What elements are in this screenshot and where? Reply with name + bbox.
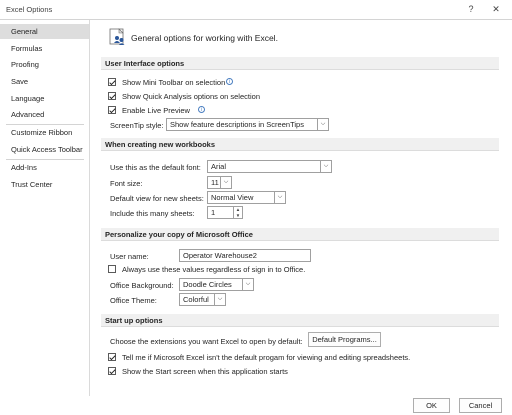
page-header: General options for working with Excel.	[131, 33, 278, 43]
default-view-select[interactable]: Normal View ⌵	[207, 191, 286, 204]
sidebar-item-general[interactable]: General	[0, 24, 89, 39]
chevron-down-icon: ⌵	[317, 119, 328, 130]
section-startup: Start up options	[101, 314, 499, 327]
office-theme-label: Office Theme:	[110, 296, 157, 305]
cancel-button[interactable]: Cancel	[459, 398, 502, 413]
quick-analysis-label: Show Quick Analysis options on selection	[122, 92, 260, 101]
info-icon[interactable]: i	[198, 106, 205, 113]
username-label: User name:	[110, 252, 149, 261]
default-view-label: Default view for new sheets:	[110, 194, 204, 203]
default-extensions-label: Choose the extensions you want Excel to …	[110, 337, 303, 346]
sidebar-item-advanced[interactable]: Advanced	[0, 107, 89, 122]
section-new-workbooks: When creating new workbooks	[101, 138, 499, 151]
always-use-values-checkbox[interactable]	[108, 265, 116, 273]
dialog-footer: OK Cancel	[0, 396, 512, 415]
sidebar-item-customize-ribbon[interactable]: Customize Ribbon	[0, 125, 89, 140]
sidebar-item-proofing[interactable]: Proofing	[0, 57, 89, 72]
chevron-down-icon: ⌵	[220, 177, 231, 188]
screentip-style-select[interactable]: Show feature descriptions in ScreenTips …	[166, 118, 329, 131]
info-icon[interactable]: i	[226, 78, 233, 85]
help-button[interactable]: ?	[464, 3, 478, 15]
office-background-value: Doodle Circles	[183, 280, 232, 289]
live-preview-checkbox[interactable]	[108, 106, 116, 114]
show-start-screen-label: Show the Start screen when this applicat…	[122, 367, 288, 376]
spin-up-icon[interactable]: ▲	[236, 207, 240, 212]
sidebar-item-save[interactable]: Save	[0, 74, 89, 89]
chevron-down-icon: ⌵	[242, 279, 253, 290]
screentip-style-label: ScreenTip style:	[110, 121, 164, 130]
default-programs-button[interactable]: Default Programs...	[308, 332, 381, 347]
chevron-down-icon: ⌵	[214, 294, 225, 305]
title-bar: Excel Options ? ✕	[0, 0, 512, 19]
close-button[interactable]: ✕	[489, 3, 503, 15]
sidebar-item-language[interactable]: Language	[0, 91, 89, 106]
chevron-down-icon: ⌵	[320, 161, 331, 172]
ok-button[interactable]: OK	[413, 398, 450, 413]
sheet-count-stepper[interactable]: 1 ▲ ▼	[207, 206, 243, 219]
font-size-label: Font size:	[110, 179, 143, 188]
general-options-panel: General options for working with Excel. …	[91, 20, 512, 396]
office-theme-value: Colorful	[183, 295, 209, 304]
spin-down-icon[interactable]: ▼	[236, 213, 240, 218]
sheet-count-value: 1	[211, 208, 216, 217]
sidebar-item-add-ins[interactable]: Add-Ins	[0, 160, 89, 175]
sidebar-nav: General Formulas Proofing Save Language …	[0, 20, 90, 396]
screentip-style-value: Show feature descriptions in ScreenTips	[170, 120, 304, 129]
always-use-values-label: Always use these values regardless of si…	[122, 265, 306, 274]
mini-toolbar-label: Show Mini Toolbar on selection	[122, 78, 226, 87]
sidebar-item-trust-center[interactable]: Trust Center	[0, 177, 89, 192]
live-preview-label: Enable Live Preview	[122, 106, 190, 115]
default-program-check-checkbox[interactable]	[108, 353, 116, 361]
office-background-label: Office Background:	[110, 281, 174, 290]
window-title: Excel Options	[6, 5, 53, 14]
default-view-value: Normal View	[211, 193, 254, 202]
section-user-interface: User Interface options	[101, 57, 499, 70]
section-personalize: Personalize your copy of Microsoft Offic…	[101, 228, 499, 241]
sidebar-item-formulas[interactable]: Formulas	[0, 41, 89, 56]
default-program-check-label: Tell me if Microsoft Excel isn't the def…	[122, 353, 411, 362]
spin-arrows-icon[interactable]: ▲ ▼	[233, 207, 242, 218]
mini-toolbar-checkbox[interactable]	[108, 78, 116, 86]
default-font-label: Use this as the default font:	[110, 163, 201, 172]
font-size-value: 11	[211, 178, 219, 187]
default-font-select[interactable]: Arial ⌵	[207, 160, 332, 173]
chevron-down-icon: ⌵	[274, 192, 285, 203]
general-options-icon	[109, 28, 125, 45]
quick-analysis-checkbox[interactable]	[108, 92, 116, 100]
username-input[interactable]: Operator Warehouse2	[179, 249, 311, 262]
font-size-select[interactable]: 11 ⌵	[207, 176, 232, 189]
sidebar-item-quick-access-toolbar[interactable]: Quick Access Toolbar	[0, 142, 89, 157]
office-background-select[interactable]: Doodle Circles ⌵	[179, 278, 254, 291]
office-theme-select[interactable]: Colorful ⌵	[179, 293, 226, 306]
sheet-count-label: Include this many sheets:	[110, 209, 195, 218]
default-font-value: Arial	[211, 162, 227, 171]
show-start-screen-checkbox[interactable]	[108, 367, 116, 375]
